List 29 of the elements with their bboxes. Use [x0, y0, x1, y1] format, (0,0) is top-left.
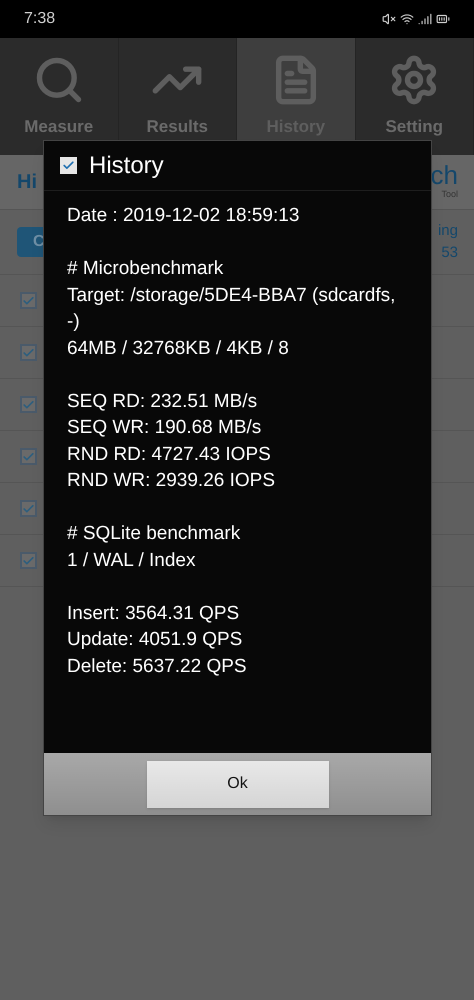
mute-icon [382, 12, 396, 26]
result-line: Update: 4051.9 QPS [67, 628, 244, 652]
result-line: SEQ WR: 190.68 MB/s [67, 416, 262, 440]
signal-icon [418, 12, 432, 26]
result-line: SEQ RD: 232.51 MB/s [67, 390, 258, 414]
battery-icon [436, 12, 450, 26]
app-logo: ch [430, 162, 458, 188]
wifi-icon [400, 12, 414, 26]
result-line: Target: /storage/5DE4-BBA7 (sdcardfs, -) [67, 284, 396, 334]
result-line: 64MB / 32768KB / 4KB / 8 [67, 336, 290, 360]
checkbox[interactable] [20, 344, 37, 361]
result-line: Insert: 3564.31 QPS [67, 602, 240, 626]
checkbox[interactable] [20, 448, 37, 465]
result-line: Delete: 5637.22 QPS [67, 654, 248, 678]
result-line: # SQLite benchmark [67, 522, 242, 546]
checkbox[interactable] [20, 396, 37, 413]
checkbox[interactable] [20, 552, 37, 569]
info-text: ing [438, 220, 458, 240]
status-time: 7:38 [24, 9, 56, 29]
result-line: RND RD: 4727.43 IOPS [67, 442, 272, 466]
info-text: 53 [441, 243, 458, 263]
result-line: 1 / WAL / Index [67, 548, 196, 572]
checkbox[interactable] [20, 292, 37, 309]
result-line: RND WR: 2939.26 IOPS [67, 469, 276, 493]
checkbox[interactable] [20, 500, 37, 517]
result-line: # Microbenchmark [67, 257, 224, 281]
result-line: Date : 2019-12-02 18:59:13 [67, 204, 300, 228]
page-title: Hi [16, 170, 37, 195]
ok-button[interactable]: Ok [146, 760, 328, 808]
